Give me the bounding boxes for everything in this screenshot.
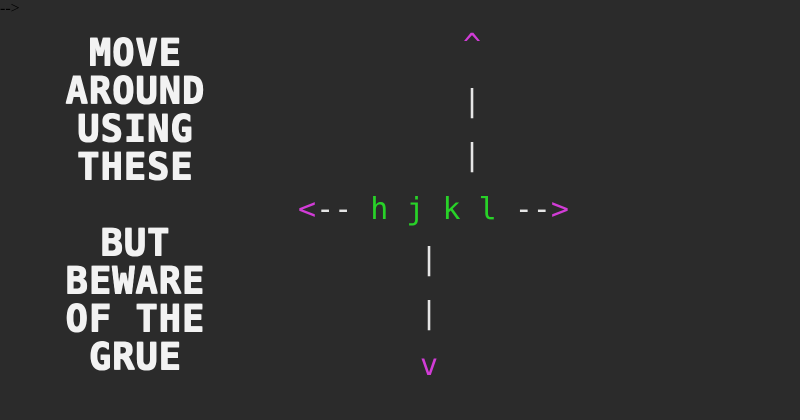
banner-line-8: GRUE (88, 335, 182, 378)
banner-line-4: THESE (76, 145, 194, 188)
right-arrow-icon: > (550, 192, 569, 227)
key-j: j (406, 192, 425, 227)
key-l: l (478, 192, 497, 227)
banner-spacer (10, 186, 260, 224)
dashes-right: -- (514, 192, 551, 227)
instruction-banner: MOVE AROUND USING THESE BUT BEWARE OF TH… (10, 34, 260, 376)
down-arrow-icon: v (420, 348, 439, 383)
banner-line-6: BEWARE (65, 259, 205, 302)
banner-line-1: MOVE (88, 31, 182, 74)
key-k: k (442, 192, 461, 227)
vertical-line-up-2: | (463, 138, 482, 173)
dashes-left: -- (316, 192, 353, 227)
keys-row: <-- h j k l --> (298, 192, 569, 228)
left-arrow-icon: < (298, 192, 317, 227)
screen: MOVE AROUND USING THESE BUT BEWARE OF TH… (0, 0, 569, 383)
banner-line-7: OF THE (65, 297, 205, 340)
vertical-line-down-1: | (420, 242, 439, 277)
banner-line-5: BUT (100, 221, 170, 264)
banner-line-2: AROUND (65, 69, 205, 112)
key-h: h (370, 192, 389, 227)
banner-line-3: USING (76, 107, 194, 150)
up-arrow-icon: ^ (463, 28, 482, 63)
vertical-line-up-1: | (463, 84, 482, 119)
vertical-line-down-2: | (420, 296, 439, 331)
